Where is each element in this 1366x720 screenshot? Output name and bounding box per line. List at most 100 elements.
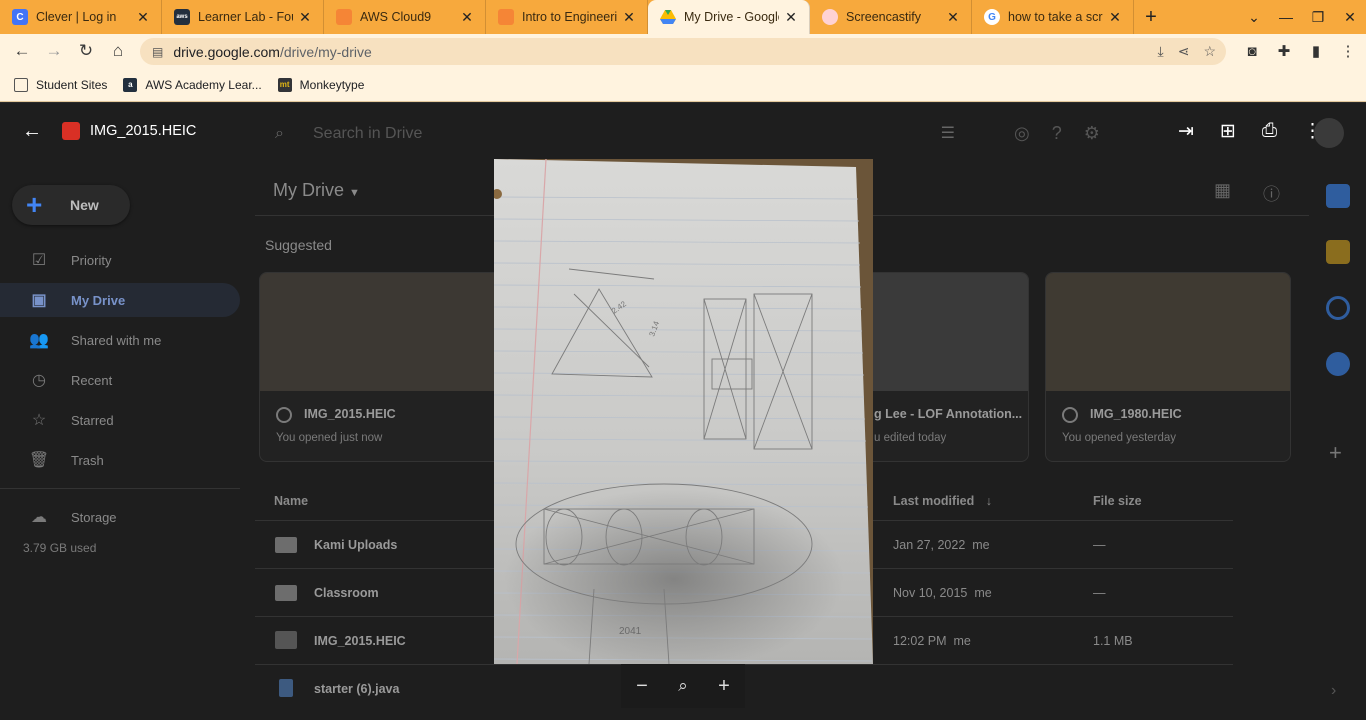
sidebar-item-starred[interactable]: ☆ Starred xyxy=(28,408,114,432)
info-icon[interactable]: ⓘ xyxy=(1263,180,1280,205)
zoom-in-icon[interactable]: + xyxy=(718,675,730,698)
close-icon[interactable]: ✕ xyxy=(1107,9,1123,26)
show-panel-icon[interactable]: › xyxy=(1331,682,1336,700)
bookmark-star-icon[interactable]: ☆ xyxy=(1203,43,1216,60)
contacts-icon[interactable] xyxy=(1326,352,1350,376)
back-arrow-icon[interactable]: ← xyxy=(22,120,44,143)
close-icon[interactable]: ✕ xyxy=(135,9,151,26)
image-file-icon xyxy=(276,407,292,423)
close-icon[interactable]: ✕ xyxy=(783,9,799,26)
new-tab-button[interactable]: + xyxy=(1134,6,1168,29)
monkeytype-icon: mt xyxy=(277,77,292,92)
tab-clever[interactable]: C Clever | Log in ✕ xyxy=(0,0,162,34)
notebook-paper-photo: 2.42 3.14 2041 xyxy=(494,159,873,664)
suggested-label: Suggested xyxy=(265,237,332,253)
move-to-folder-icon[interactable]: ⇥ xyxy=(1178,120,1194,143)
my-drive-icon: ▣ xyxy=(31,292,47,309)
home-icon[interactable]: ⌂ xyxy=(102,35,134,67)
cloud-icon: ☁ xyxy=(31,509,47,526)
people-icon: 👥 xyxy=(29,332,49,349)
url-path: /drive/my-drive xyxy=(279,43,372,60)
add-comment-icon[interactable]: ⊞ xyxy=(1220,120,1236,143)
sidebar-item-label: Recent xyxy=(71,372,113,388)
sidebar-item-priority[interactable]: ☑ Priority xyxy=(28,248,112,272)
screencastify-icon xyxy=(822,9,838,25)
bookmark-aws-academy[interactable]: a AWS Academy Lear... xyxy=(123,77,262,92)
reload-icon[interactable]: ↻ xyxy=(70,35,102,67)
puzzle-icon[interactable]: ✚ xyxy=(1268,42,1300,60)
aws-icon: a xyxy=(123,77,138,92)
minimize-icon[interactable]: — xyxy=(1270,9,1302,25)
row-name: Kami Uploads xyxy=(314,538,398,552)
share-icon[interactable]: ⋖ xyxy=(1178,43,1190,60)
row-modified: Jan 27, 2022 me xyxy=(893,538,990,552)
menu-icon[interactable]: ⋮ xyxy=(1332,42,1364,60)
row-modified-date: 12:02 PM xyxy=(893,634,947,648)
tab-learner-lab[interactable]: aws Learner Lab - Foun ✕ xyxy=(162,0,324,34)
restore-icon[interactable]: ❐ xyxy=(1302,9,1334,26)
side-panel-icon[interactable]: ▮ xyxy=(1300,42,1332,60)
storage-used: 3.79 GB used xyxy=(23,541,97,555)
tab-search-icon[interactable]: ⌄ xyxy=(1238,9,1270,26)
bookmark-student-sites[interactable]: Student Sites xyxy=(14,77,107,92)
zoom-out-icon[interactable]: − xyxy=(636,675,648,698)
tab-title: AWS Cloud9 xyxy=(360,10,432,24)
sidebar-item-trash[interactable]: 🗑 Trash xyxy=(28,448,104,472)
tab-title: Screencastify xyxy=(846,10,922,24)
sidebar-item-storage[interactable]: ☁ Storage xyxy=(28,505,117,529)
row-name: IMG_2015.HEIC xyxy=(314,634,406,648)
folder-icon xyxy=(275,537,297,553)
sidebar-item-label: Starred xyxy=(71,412,114,428)
priority-check-icon: ☑ xyxy=(31,252,47,269)
google-drive-icon xyxy=(660,9,676,25)
calendar-icon[interactable] xyxy=(1326,184,1350,208)
keep-icon[interactable] xyxy=(1326,240,1350,264)
tab-my-drive[interactable]: My Drive - Google D ✕ xyxy=(648,0,810,34)
suggested-card[interactable]: IMG_2015.HEIC You opened just now xyxy=(259,272,505,462)
column-header-name[interactable]: Name xyxy=(274,494,308,508)
tab-google-search[interactable]: G how to take a scre ✕ xyxy=(972,0,1134,34)
bookmark-label: AWS Academy Lear... xyxy=(145,77,262,92)
suggested-card[interactable]: IMG_1980.HEIC You opened yesterday xyxy=(1045,272,1291,462)
back-icon[interactable]: ← xyxy=(6,35,38,67)
sidebar-item-label: My Drive xyxy=(71,292,126,308)
sidebar-item-recent[interactable]: ◷ Recent xyxy=(28,368,112,392)
extension-area: ◙ ✚ ▮ ⋮ xyxy=(1236,34,1364,68)
zoom-icon[interactable]: ⌕ xyxy=(678,676,688,696)
viewer-actions: ⇥ ⊞ ⎙ ⋮ xyxy=(1178,120,1322,143)
address-bar[interactable]: ▤ drive.google.com/drive/my-drive ⤓ ⋖ ☆ xyxy=(140,38,1226,65)
row-owner: me xyxy=(972,538,990,552)
sidebar-item-shared[interactable]: 👥 Shared with me xyxy=(28,328,161,352)
bookmark-monkeytype[interactable]: mt Monkeytype xyxy=(277,77,364,92)
sort-arrow-icon: ↓ xyxy=(985,494,992,508)
close-icon[interactable]: ✕ xyxy=(945,9,961,26)
avatar[interactable] xyxy=(1314,118,1344,148)
column-header-size[interactable]: File size xyxy=(1093,494,1142,508)
bookmarks-bar: Student Sites a AWS Academy Lear... mt M… xyxy=(0,68,1366,102)
sidebar-item-my-drive[interactable]: ▣ My Drive xyxy=(28,288,125,312)
sidebar-item-label: Storage xyxy=(71,509,117,525)
tasks-icon[interactable] xyxy=(1326,296,1350,320)
close-icon[interactable]: ✕ xyxy=(621,9,637,26)
tab-intro-engineering[interactable]: Intro to Engineerin ✕ xyxy=(486,0,648,34)
tab-aws-cloud9[interactable]: AWS Cloud9 ✕ xyxy=(324,0,486,34)
install-icon[interactable]: ⤓ xyxy=(1158,43,1164,60)
add-addon-icon[interactable]: + xyxy=(1329,440,1342,466)
card-thumbnail xyxy=(260,273,504,391)
site-info-icon[interactable]: ▤ xyxy=(152,45,163,59)
close-icon[interactable]: ✕ xyxy=(459,9,475,26)
forward-icon[interactable]: → xyxy=(38,35,70,67)
extension-icon[interactable]: ◙ xyxy=(1236,43,1268,60)
sidebar-item-label: Trash xyxy=(71,452,104,468)
table-row[interactable]: starter (6).java xyxy=(273,665,1233,713)
column-header-modified[interactable]: Last modified ↓ xyxy=(893,494,992,508)
star-icon: ☆ xyxy=(31,412,47,429)
row-name: starter (6).java xyxy=(314,682,400,696)
print-icon[interactable]: ⎙ xyxy=(1262,120,1277,143)
tab-screencastify[interactable]: Screencastify ✕ xyxy=(810,0,972,34)
close-window-icon[interactable]: ✕ xyxy=(1334,9,1366,26)
grid-view-icon[interactable]: ▦ xyxy=(1214,180,1231,201)
close-icon[interactable]: ✕ xyxy=(297,9,313,26)
row-modified-date: Nov 10, 2015 xyxy=(893,586,968,600)
page-title[interactable]: My Drive ▼ xyxy=(273,180,360,201)
